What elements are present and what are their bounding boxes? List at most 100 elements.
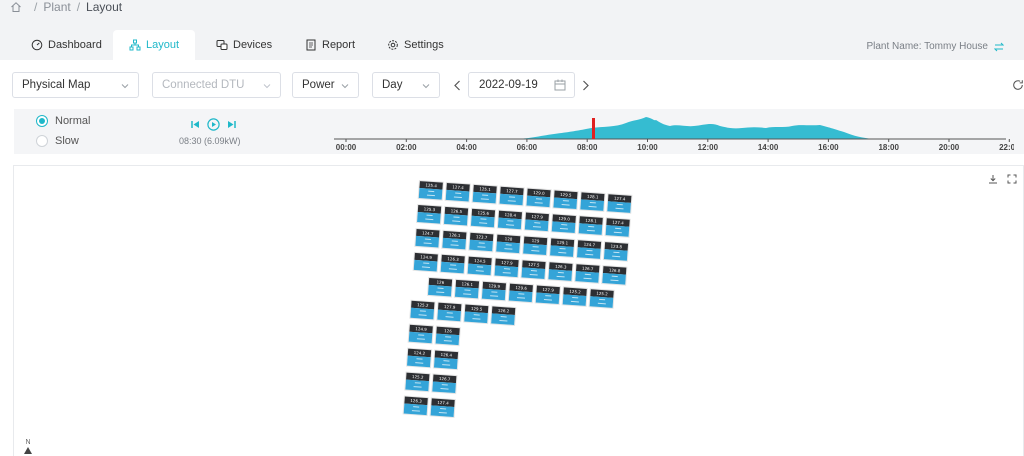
timeline-tick-label: 02:00: [396, 143, 417, 152]
home-icon[interactable]: [10, 1, 22, 13]
skip-forward-icon[interactable]: [226, 119, 237, 130]
panel-module-face: [403, 403, 428, 416]
solar-panel[interactable]: 126.3: [439, 253, 466, 275]
period-select[interactable]: Day: [372, 72, 440, 98]
solar-panel[interactable]: 125.1: [471, 183, 498, 205]
solar-panel[interactable]: 126.7: [574, 263, 601, 284]
timeline-tick-label: 10:00: [637, 143, 658, 152]
timeline-tick-label: 18:00: [878, 143, 899, 152]
solar-panel[interactable]: 127.9: [436, 301, 463, 323]
solar-panel[interactable]: 123.7: [468, 231, 495, 253]
solar-panel[interactable]: 126.8: [601, 265, 628, 286]
solar-panel[interactable]: 124.9: [407, 323, 434, 345]
panel-module-face: [551, 221, 576, 233]
map-tools: [988, 174, 1017, 184]
solar-panel[interactable]: 129.5: [552, 189, 579, 211]
solar-panel[interactable]: 129: [522, 235, 549, 257]
solar-panel[interactable]: 125.2: [409, 299, 436, 321]
previous-day-button[interactable]: [450, 72, 464, 98]
solar-panel[interactable]: 129.9: [480, 280, 508, 302]
skip-back-icon[interactable]: [190, 119, 201, 130]
solar-panel[interactable]: 125.2: [561, 286, 588, 307]
solar-panel[interactable]: 127.7: [498, 185, 525, 207]
view-select-value: Physical Map: [22, 79, 91, 91]
tab-report[interactable]: Report: [305, 30, 355, 60]
speed-normal-radio[interactable]: Normal: [36, 115, 90, 127]
dtu-select[interactable]: Connected DTU: [152, 72, 281, 98]
solar-panel[interactable]: 129.6: [507, 282, 535, 304]
calendar-icon: [554, 79, 566, 91]
metric-select-value: Power: [302, 79, 335, 91]
solar-panel[interactable]: 126: [426, 276, 454, 298]
refresh-icon[interactable]: [1012, 78, 1024, 92]
solar-panel[interactable]: 123.8: [602, 241, 630, 262]
solar-panel[interactable]: 129.5: [463, 303, 490, 325]
power-curve-chart[interactable]: 00:00 02:00 04:00 06:00 08:00 10:00 12:00 14:00…: [314, 109, 1014, 154]
metric-select[interactable]: Power: [292, 72, 359, 98]
tab-layout[interactable]: Layout: [113, 30, 195, 60]
solar-panel[interactable]: 125.2: [588, 288, 615, 309]
panel-module-face: [418, 188, 443, 200]
playback-timeline: Normal Slow 08:30 (6.09kW) 00:00 02:00 04:…: [14, 109, 1024, 154]
north-label: N: [25, 439, 31, 446]
solar-panel[interactable]: 129.1: [548, 237, 576, 258]
solar-panel[interactable]: 127.4: [606, 193, 633, 214]
panel-module-face: [603, 249, 628, 261]
tab-settings[interactable]: Settings: [387, 30, 444, 60]
panel-module-face: [521, 267, 546, 279]
solar-panel[interactable]: 124.9: [412, 251, 439, 273]
solar-panel[interactable]: 128.1: [577, 215, 604, 236]
panel-module-face: [491, 313, 515, 325]
solar-panel[interactable]: 126.5: [442, 205, 470, 227]
fullscreen-icon[interactable]: [1007, 174, 1017, 184]
solar-panel[interactable]: 127.9: [523, 211, 551, 233]
solar-panel[interactable]: 126.3: [547, 261, 574, 282]
tab-devices[interactable]: Devices: [216, 30, 272, 60]
date-value: 2022-09-19: [479, 79, 538, 91]
solar-panel[interactable]: 127.4: [604, 217, 631, 238]
swap-icon[interactable]: [994, 42, 1004, 52]
solar-panel[interactable]: 129.0: [550, 213, 577, 235]
solar-panel[interactable]: 127.9: [493, 257, 520, 279]
solar-panel[interactable]: 124.2: [405, 347, 433, 369]
solar-panel[interactable]: 124.5: [466, 255, 493, 277]
tab-dashboard[interactable]: Dashboard: [31, 30, 102, 60]
solar-panel[interactable]: 124.7: [414, 227, 441, 249]
download-icon[interactable]: [988, 174, 998, 184]
solar-panel[interactable]: 128.1: [579, 191, 606, 212]
speed-slow-radio[interactable]: Slow: [36, 135, 79, 147]
solar-panel[interactable]: 125.2: [404, 371, 431, 393]
solar-panel[interactable]: 126.7: [431, 373, 458, 395]
solar-panel[interactable]: 125.4: [417, 180, 444, 201]
solar-panel[interactable]: 126.4: [432, 349, 460, 371]
panel-module-face: [508, 290, 533, 303]
solar-panel[interactable]: 127.4: [429, 397, 456, 419]
solar-panel[interactable]: 128: [495, 233, 522, 255]
solar-panel[interactable]: 127.9: [534, 284, 561, 306]
solar-panel[interactable]: 125.3: [416, 203, 443, 225]
panel-module-face: [524, 219, 549, 232]
view-select[interactable]: Physical Map: [12, 72, 139, 98]
play-icon[interactable]: [207, 118, 220, 131]
gauge-icon: [31, 39, 43, 51]
solar-panel[interactable]: 125.6: [469, 207, 497, 229]
solar-panel[interactable]: 129.0: [525, 187, 552, 209]
solar-panel[interactable]: 126.1: [453, 278, 481, 300]
solar-panel[interactable]: 128.4: [496, 209, 524, 231]
panel-module-face: [437, 309, 461, 322]
solar-panel[interactable]: 127.4: [444, 181, 471, 203]
breadcrumb-plant[interactable]: Plant: [43, 0, 70, 14]
solar-panel[interactable]: 126.3: [402, 395, 429, 417]
next-day-button[interactable]: [578, 72, 592, 98]
physical-map: 125.4 127.4 125.1 127.7 129.0 129.5 128.1 127.4…: [13, 165, 1024, 456]
panel-module-face: [526, 195, 551, 208]
panel-module-face: [578, 223, 603, 235]
solar-panel[interactable]: 124.7: [575, 239, 603, 260]
report-icon: [306, 39, 316, 51]
date-picker[interactable]: 2022-09-19: [468, 72, 575, 98]
solar-panel[interactable]: 127.5: [520, 259, 547, 281]
timeline-tick-label: 12:00: [698, 143, 719, 152]
solar-panel[interactable]: 126: [434, 325, 461, 347]
solar-panel[interactable]: 126.2: [490, 305, 517, 327]
solar-panel[interactable]: 126.1: [441, 229, 468, 251]
